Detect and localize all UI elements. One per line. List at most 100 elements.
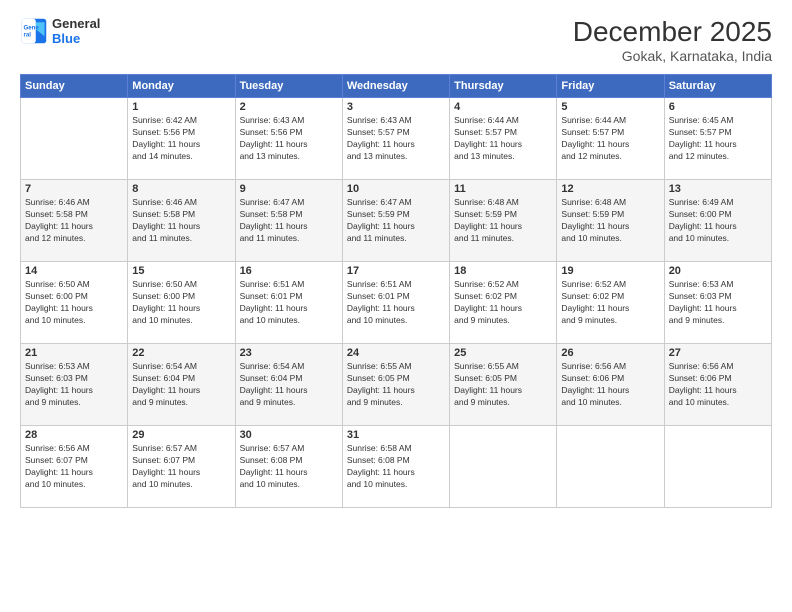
calendar-cell: 2 Sunrise: 6:43 AM Sunset: 5:56 PM Daylig… bbox=[235, 98, 342, 180]
col-header-monday: Monday bbox=[128, 75, 235, 98]
day-number: 17 bbox=[347, 265, 445, 277]
calendar-cell: 25Sunrise: 6:55 AM Sunset: 6:05 PM Dayli… bbox=[450, 344, 557, 426]
calendar-table: SundayMondayTuesdayWednesdayThursdayFrid… bbox=[20, 74, 772, 508]
day-number: 1 bbox=[132, 101, 230, 113]
calendar-cell: 27Sunrise: 6:56 AM Sunset: 6:06 PM Dayli… bbox=[664, 344, 771, 426]
title-block: December 2025 Gokak, Karnataka, India bbox=[573, 16, 772, 64]
svg-text:Gene: Gene bbox=[24, 24, 40, 31]
calendar-week-row: 7 Sunrise: 6:46 AM Sunset: 5:58 PM Daylig… bbox=[21, 180, 772, 262]
day-info: Sunrise: 6:53 AM Sunset: 6:03 PM Dayligh… bbox=[669, 279, 767, 327]
day-number: 12 bbox=[561, 183, 659, 195]
day-number: 14 bbox=[25, 265, 123, 277]
day-info: Sunrise: 6:46 AM Sunset: 5:58 PM Dayligh… bbox=[25, 197, 123, 245]
calendar-cell: 13 Sunrise: 6:49 AM Sunset: 6:00 PM Dayli… bbox=[664, 180, 771, 262]
day-info: Sunrise: 6:54 AM Sunset: 6:04 PM Dayligh… bbox=[132, 361, 230, 409]
calendar-cell: 7 Sunrise: 6:46 AM Sunset: 5:58 PM Daylig… bbox=[21, 180, 128, 262]
day-number: 13 bbox=[669, 183, 767, 195]
day-info: Sunrise: 6:56 AM Sunset: 6:06 PM Dayligh… bbox=[561, 361, 659, 409]
day-info: Sunrise: 6:48 AM Sunset: 5:59 PM Dayligh… bbox=[561, 197, 659, 245]
day-info: Sunrise: 6:52 AM Sunset: 6:02 PM Dayligh… bbox=[454, 279, 552, 327]
calendar-cell: 5 Sunrise: 6:44 AM Sunset: 5:57 PM Daylig… bbox=[557, 98, 664, 180]
calendar-cell bbox=[557, 426, 664, 508]
day-info: Sunrise: 6:50 AM Sunset: 6:00 PM Dayligh… bbox=[132, 279, 230, 327]
day-info: Sunrise: 6:57 AM Sunset: 6:07 PM Dayligh… bbox=[132, 443, 230, 491]
calendar-week-row: 21 Sunrise: 6:53 AM Sunset: 6:03 PM Dayli… bbox=[21, 344, 772, 426]
calendar-cell: 11 Sunrise: 6:48 AM Sunset: 5:59 PM Dayli… bbox=[450, 180, 557, 262]
day-number: 8 bbox=[132, 183, 230, 195]
day-info: Sunrise: 6:58 AM Sunset: 6:08 PM Dayligh… bbox=[347, 443, 445, 491]
calendar-cell: 10Sunrise: 6:47 AM Sunset: 5:59 PM Dayli… bbox=[342, 180, 449, 262]
calendar-cell: 1 Sunrise: 6:42 AM Sunset: 5:56 PM Daylig… bbox=[128, 98, 235, 180]
calendar-cell: 26 Sunrise: 6:56 AM Sunset: 6:06 PM Dayli… bbox=[557, 344, 664, 426]
day-info: Sunrise: 6:42 AM Sunset: 5:56 PM Dayligh… bbox=[132, 115, 230, 163]
page: Gene ral General Blue December 2025 Goka… bbox=[0, 0, 792, 612]
day-number: 5 bbox=[561, 101, 659, 113]
calendar-cell: 19Sunrise: 6:52 AM Sunset: 6:02 PM Dayli… bbox=[557, 262, 664, 344]
day-info: Sunrise: 6:43 AM Sunset: 5:56 PM Dayligh… bbox=[240, 115, 338, 163]
calendar-week-row: 28 Sunrise: 6:56 AM Sunset: 6:07 PM Dayli… bbox=[21, 426, 772, 508]
calendar-cell: 18 Sunrise: 6:52 AM Sunset: 6:02 PM Dayli… bbox=[450, 262, 557, 344]
day-number: 31 bbox=[347, 429, 445, 441]
day-number: 28 bbox=[25, 429, 123, 441]
calendar-cell: 24 Sunrise: 6:55 AM Sunset: 6:05 PM Dayli… bbox=[342, 344, 449, 426]
day-info: Sunrise: 6:47 AM Sunset: 5:59 PM Dayligh… bbox=[347, 197, 445, 245]
col-header-tuesday: Tuesday bbox=[235, 75, 342, 98]
col-header-thursday: Thursday bbox=[450, 75, 557, 98]
day-number: 18 bbox=[454, 265, 552, 277]
day-number: 6 bbox=[669, 101, 767, 113]
day-info: Sunrise: 6:55 AM Sunset: 6:05 PM Dayligh… bbox=[347, 361, 445, 409]
logo-icon: Gene ral bbox=[20, 17, 48, 45]
day-number: 26 bbox=[561, 347, 659, 359]
month-title: December 2025 bbox=[573, 16, 772, 48]
day-number: 30 bbox=[240, 429, 338, 441]
day-info: Sunrise: 6:47 AM Sunset: 5:58 PM Dayligh… bbox=[240, 197, 338, 245]
day-number: 19 bbox=[561, 265, 659, 277]
col-header-wednesday: Wednesday bbox=[342, 75, 449, 98]
calendar-cell: 22 Sunrise: 6:54 AM Sunset: 6:04 PM Dayli… bbox=[128, 344, 235, 426]
calendar-cell: 3 Sunrise: 6:43 AM Sunset: 5:57 PM Daylig… bbox=[342, 98, 449, 180]
logo-text: General Blue bbox=[52, 16, 100, 46]
calendar-cell: 16Sunrise: 6:51 AM Sunset: 6:01 PM Dayli… bbox=[235, 262, 342, 344]
day-number: 16 bbox=[240, 265, 338, 277]
svg-text:ral: ral bbox=[24, 31, 32, 38]
calendar-cell bbox=[21, 98, 128, 180]
calendar-cell: 6 Sunrise: 6:45 AM Sunset: 5:57 PM Daylig… bbox=[664, 98, 771, 180]
calendar-cell: 29 Sunrise: 6:57 AM Sunset: 6:07 PM Dayli… bbox=[128, 426, 235, 508]
day-number: 2 bbox=[240, 101, 338, 113]
day-info: Sunrise: 6:43 AM Sunset: 5:57 PM Dayligh… bbox=[347, 115, 445, 163]
day-number: 20 bbox=[669, 265, 767, 277]
day-number: 29 bbox=[132, 429, 230, 441]
day-info: Sunrise: 6:53 AM Sunset: 6:03 PM Dayligh… bbox=[25, 361, 123, 409]
day-info: Sunrise: 6:45 AM Sunset: 5:57 PM Dayligh… bbox=[669, 115, 767, 163]
day-number: 23 bbox=[240, 347, 338, 359]
day-number: 3 bbox=[347, 101, 445, 113]
day-info: Sunrise: 6:48 AM Sunset: 5:59 PM Dayligh… bbox=[454, 197, 552, 245]
calendar-cell: 23Sunrise: 6:54 AM Sunset: 6:04 PM Dayli… bbox=[235, 344, 342, 426]
col-header-friday: Friday bbox=[557, 75, 664, 98]
subtitle: Gokak, Karnataka, India bbox=[573, 48, 772, 64]
calendar-cell: 30 Sunrise: 6:57 AM Sunset: 6:08 PM Dayli… bbox=[235, 426, 342, 508]
calendar-cell bbox=[664, 426, 771, 508]
logo: Gene ral General Blue bbox=[20, 16, 100, 46]
calendar-cell: 31 Sunrise: 6:58 AM Sunset: 6:08 PM Dayli… bbox=[342, 426, 449, 508]
day-info: Sunrise: 6:55 AM Sunset: 6:05 PM Dayligh… bbox=[454, 361, 552, 409]
day-number: 9 bbox=[240, 183, 338, 195]
day-number: 11 bbox=[454, 183, 552, 195]
day-number: 21 bbox=[25, 347, 123, 359]
day-number: 22 bbox=[132, 347, 230, 359]
day-info: Sunrise: 6:44 AM Sunset: 5:57 PM Dayligh… bbox=[561, 115, 659, 163]
calendar-week-row: 1 Sunrise: 6:42 AM Sunset: 5:56 PM Daylig… bbox=[21, 98, 772, 180]
day-info: Sunrise: 6:57 AM Sunset: 6:08 PM Dayligh… bbox=[240, 443, 338, 491]
day-number: 7 bbox=[25, 183, 123, 195]
day-info: Sunrise: 6:56 AM Sunset: 6:07 PM Dayligh… bbox=[25, 443, 123, 491]
header: Gene ral General Blue December 2025 Goka… bbox=[20, 16, 772, 64]
calendar-cell: 12 Sunrise: 6:48 AM Sunset: 5:59 PM Dayli… bbox=[557, 180, 664, 262]
calendar-cell: 14Sunrise: 6:50 AM Sunset: 6:00 PM Dayli… bbox=[21, 262, 128, 344]
day-number: 4 bbox=[454, 101, 552, 113]
calendar-cell: 4Sunrise: 6:44 AM Sunset: 5:57 PM Daylig… bbox=[450, 98, 557, 180]
calendar-cell: 17Sunrise: 6:51 AM Sunset: 6:01 PM Dayli… bbox=[342, 262, 449, 344]
day-info: Sunrise: 6:49 AM Sunset: 6:00 PM Dayligh… bbox=[669, 197, 767, 245]
day-number: 24 bbox=[347, 347, 445, 359]
calendar-cell: 20 Sunrise: 6:53 AM Sunset: 6:03 PM Dayli… bbox=[664, 262, 771, 344]
day-number: 15 bbox=[132, 265, 230, 277]
